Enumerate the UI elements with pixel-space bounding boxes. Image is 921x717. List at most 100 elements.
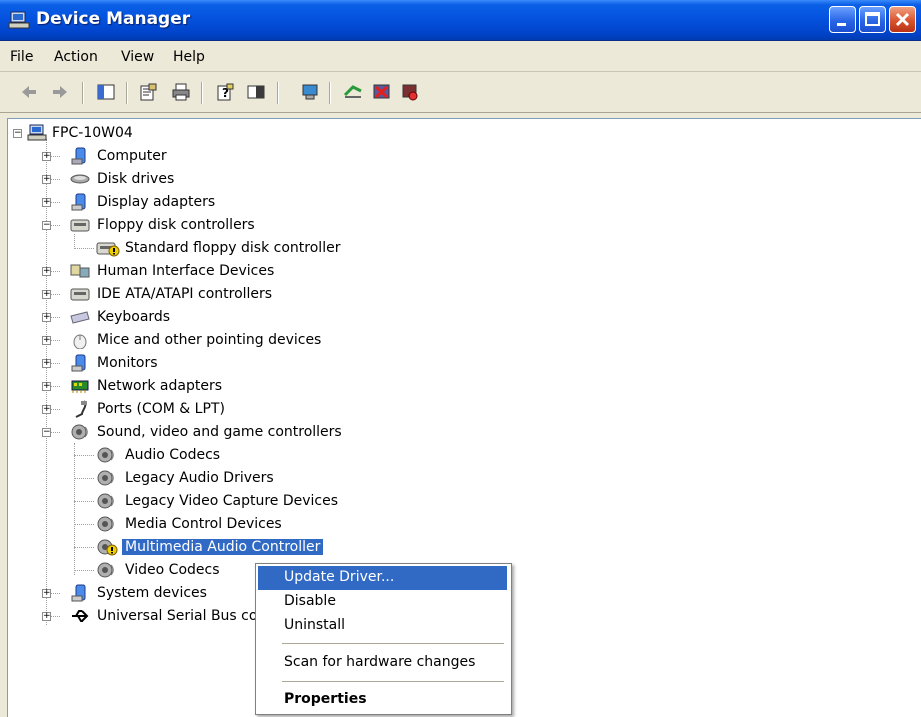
back-icon[interactable] <box>19 83 39 101</box>
collapse-toggle[interactable]: − <box>13 129 22 138</box>
menu-item-scan-hardware[interactable]: Scan for hardware changes <box>258 651 507 675</box>
tree-item-sound-video-game-controllers[interactable]: − Sound, video and game controllers <box>8 422 388 443</box>
tree-item-computer[interactable]: + Computer <box>8 146 308 167</box>
title-bar[interactable]: Device Manager <box>0 0 921 41</box>
device-manager-window: Device Manager File Action View Help ? −… <box>0 0 921 717</box>
expand-toggle[interactable]: + <box>42 290 51 299</box>
scan-hardware-icon[interactable] <box>300 83 320 101</box>
tree-item-label: Standard floppy disk controller <box>125 240 341 256</box>
sound-icon <box>97 493 114 509</box>
expand-toggle[interactable]: + <box>42 405 51 414</box>
tree-item-human-interface-devices[interactable]: + Human Interface Devices <box>8 261 308 282</box>
network-adapter-icon <box>71 380 89 393</box>
monitor-icon <box>71 354 86 372</box>
tree-item-monitors[interactable]: + Monitors <box>8 353 308 374</box>
device-manager-icon <box>8 11 30 29</box>
expand-toggle[interactable]: + <box>42 589 51 598</box>
tree-root[interactable]: − FPC-10W04 <box>8 123 308 144</box>
help-icon[interactable]: ? <box>215 83 235 101</box>
tree-item-label: Sound, video and game controllers <box>97 424 342 440</box>
minimize-button[interactable] <box>829 6 856 33</box>
show-hide-pane-icon[interactable] <box>246 83 266 101</box>
tree-item-system-devices[interactable]: + System devices <box>8 583 258 604</box>
tree-item-video-codecs[interactable]: Video Codecs <box>8 560 258 581</box>
expand-toggle[interactable]: + <box>42 198 51 207</box>
toolbar: ? <box>0 72 921 113</box>
floppy-controller-icon <box>70 219 90 232</box>
sound-icon <box>97 516 114 532</box>
tree-item-floppy-disk-controllers[interactable]: − Floppy disk controllers <box>8 215 348 236</box>
menu-item-label: Scan for hardware changes <box>284 654 476 670</box>
collapse-toggle[interactable]: − <box>42 428 51 437</box>
sound-icon <box>97 562 114 578</box>
expand-toggle[interactable]: + <box>42 175 51 184</box>
tree-item-label: Media Control Devices <box>125 516 282 532</box>
tree-item-label: IDE ATA/ATAPI controllers <box>97 286 273 302</box>
ide-controller-icon <box>70 288 90 301</box>
maximize-icon <box>865 12 880 26</box>
menu-action[interactable]: Action <box>54 49 98 65</box>
menu-view[interactable]: View <box>121 49 154 65</box>
minimize-icon <box>837 23 846 26</box>
tree-item-label: Ports (COM & LPT) <box>97 401 225 417</box>
expand-toggle[interactable]: + <box>42 359 51 368</box>
expand-toggle[interactable]: + <box>42 267 51 276</box>
tree-item-usb-controllers[interactable]: + Universal Serial Bus cor <box>8 606 263 627</box>
uninstall-icon[interactable] <box>372 83 392 101</box>
tree-item-label: System devices <box>97 585 207 601</box>
tree-item-label: Disk drives <box>97 171 175 187</box>
tree-item-label: Keyboards <box>97 309 171 325</box>
tree-item-label: Multimedia Audio Controller <box>122 539 324 555</box>
properties-icon[interactable] <box>138 83 158 101</box>
toolbar-separator <box>329 82 331 104</box>
expand-toggle[interactable]: + <box>42 313 51 322</box>
sound-icon <box>71 424 88 440</box>
menu-item-disable[interactable]: Disable <box>258 590 507 614</box>
tree-item-label: Network adapters <box>97 378 222 394</box>
menu-help[interactable]: Help <box>173 49 205 65</box>
tree-item-network-adapters[interactable]: + Network adapters <box>8 376 308 397</box>
expand-toggle[interactable]: + <box>42 382 51 391</box>
tree-item-keyboards[interactable]: + Keyboards <box>8 307 308 328</box>
tree-item-label: Audio Codecs <box>125 447 221 463</box>
tree-item-label: Floppy disk controllers <box>97 217 255 233</box>
maximize-button[interactable] <box>859 6 886 33</box>
floppy-controller-warning-icon <box>96 242 120 257</box>
tree-item-display-adapters[interactable]: + Display adapters <box>8 192 308 213</box>
menu-separator <box>282 643 504 644</box>
update-driver-icon[interactable] <box>343 83 363 101</box>
tree-item-ports[interactable]: + Ports (COM & LPT) <box>8 399 308 420</box>
tree-item-standard-floppy-disk-controller[interactable]: Standard floppy disk controller <box>8 238 368 259</box>
sound-icon <box>97 447 114 463</box>
tree-item-audio-codecs[interactable]: Audio Codecs <box>8 445 308 466</box>
tree-item-label: Universal Serial Bus cor <box>97 608 264 624</box>
toolbar-separator <box>277 82 279 104</box>
toolbar-separator <box>82 82 84 104</box>
port-icon <box>75 400 87 418</box>
menu-item-uninstall[interactable]: Uninstall <box>258 614 507 638</box>
close-button[interactable] <box>889 6 916 33</box>
menu-item-properties[interactable]: Properties <box>258 688 507 712</box>
print-icon[interactable] <box>171 83 191 101</box>
disable-icon[interactable] <box>400 83 420 101</box>
forward-icon[interactable] <box>50 83 70 101</box>
tree-item-multimedia-audio-controller[interactable]: Multimedia Audio Controller <box>8 537 338 558</box>
tree-item-mice[interactable]: + Mice and other pointing devices <box>8 330 348 351</box>
expand-toggle[interactable]: + <box>42 612 51 621</box>
hid-icon <box>70 264 90 278</box>
show-hide-tree-icon[interactable] <box>96 83 116 101</box>
menu-separator <box>282 681 504 682</box>
menu-file[interactable]: File <box>10 49 33 65</box>
tree-item-legacy-audio-drivers[interactable]: Legacy Audio Drivers <box>8 468 308 489</box>
tree-item-media-control-devices[interactable]: Media Control Devices <box>8 514 308 535</box>
expand-toggle[interactable]: + <box>42 336 51 345</box>
tree-item-label: Monitors <box>97 355 158 371</box>
collapse-toggle[interactable]: − <box>42 221 51 230</box>
mouse-icon <box>73 334 87 349</box>
tree-item-disk-drives[interactable]: + Disk drives <box>8 169 308 190</box>
tree-item-ide-controllers[interactable]: + IDE ATA/ATAPI controllers <box>8 284 308 305</box>
tree-item-legacy-video-capture-devices[interactable]: Legacy Video Capture Devices <box>8 491 368 512</box>
expand-toggle[interactable]: + <box>42 152 51 161</box>
sound-icon <box>97 470 114 486</box>
menu-item-update-driver[interactable]: Update Driver... <box>258 566 507 590</box>
